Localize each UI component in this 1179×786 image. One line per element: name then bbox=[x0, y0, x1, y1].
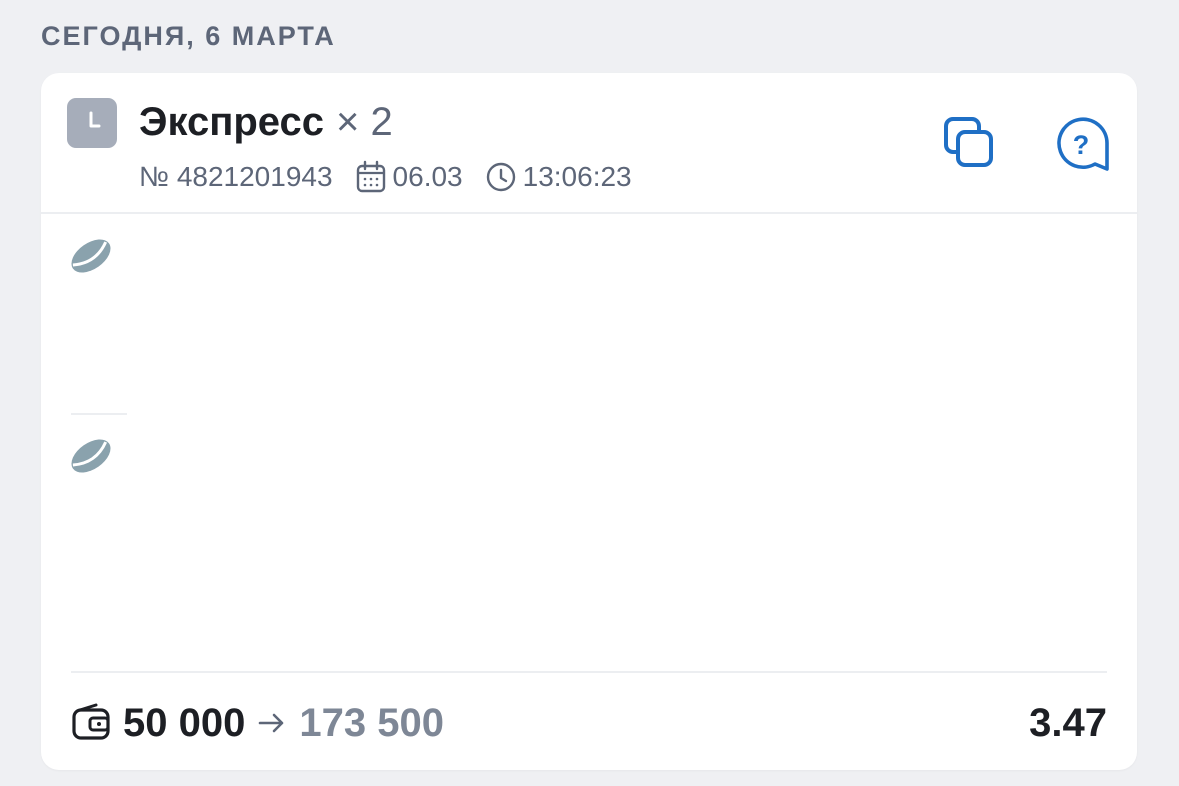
clock-icon bbox=[67, 98, 117, 148]
total-odds: 3.47 bbox=[1029, 700, 1107, 745]
bet-multiplier: × 2 bbox=[336, 100, 393, 144]
section-date-heading: СЕГОДНЯ, 6 МАРТА bbox=[41, 21, 336, 51]
footer-divider bbox=[71, 671, 1107, 673]
copy-icon bbox=[944, 117, 993, 167]
bet-time: 13:06:23 bbox=[485, 161, 632, 193]
help-button[interactable]: ? bbox=[1051, 116, 1113, 172]
svg-text:?: ? bbox=[1073, 130, 1090, 160]
bet-meta: № 4821201943 06.03 13:06:23 bbox=[139, 159, 632, 195]
calendar-icon bbox=[356, 160, 385, 193]
hockey-puck-icon bbox=[71, 439, 111, 473]
event-separator bbox=[71, 413, 127, 415]
hockey-puck-icon bbox=[71, 239, 111, 273]
clock-icon bbox=[486, 162, 515, 192]
bet-type-title: Экспресс bbox=[139, 100, 324, 144]
bet-footer: 50 000 173 500 3.47 bbox=[71, 693, 1107, 753]
event-row-2-sport bbox=[67, 432, 115, 480]
bet-time-text: 13:06:23 bbox=[522, 161, 632, 192]
bet-date: 06.03 bbox=[355, 160, 463, 194]
bet-date-text: 06.03 bbox=[392, 161, 463, 192]
payout-amount: 173 500 bbox=[299, 700, 444, 745]
bet-title-row: Экспресс × 2 bbox=[139, 99, 393, 145]
bet-card[interactable]: Экспресс × 2 № 4821201943 06.03 13:06:23… bbox=[41, 73, 1137, 770]
arrow-right-icon bbox=[259, 713, 284, 733]
copy-bet-button[interactable] bbox=[940, 116, 1000, 172]
bet-card-header: Экспресс × 2 № 4821201943 06.03 13:06:23… bbox=[41, 73, 1137, 212]
header-divider bbox=[41, 212, 1137, 214]
help-chat-icon: ? bbox=[1057, 117, 1109, 171]
bet-number: № 4821201943 bbox=[139, 161, 333, 192]
wallet-icon bbox=[72, 703, 110, 740]
event-row-1-sport bbox=[67, 232, 115, 280]
stake-amount: 50 000 bbox=[123, 700, 246, 745]
